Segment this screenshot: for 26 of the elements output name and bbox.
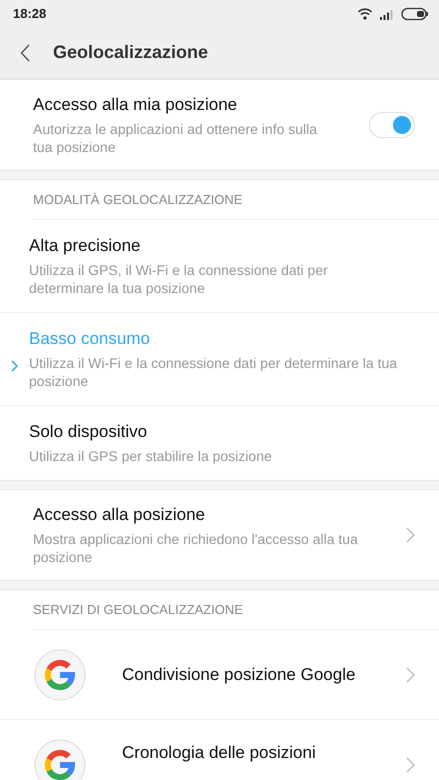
mode-option[interactable]: Alta precisione Utilizza il GPS, il Wi-Fi e la connessione dati per determinare la tua posizione bbox=[0, 220, 439, 313]
service-row[interactable]: Cronologia delle posizioni bbox=[0, 720, 439, 780]
chevron-right-icon bbox=[406, 527, 415, 543]
chevron-right-icon bbox=[406, 666, 415, 682]
status-time: 18:28 bbox=[13, 6, 46, 21]
app-access-row[interactable]: Accesso alla posizione Mostra applicazioni che richiedono l'accesso alla tua posizione bbox=[0, 490, 439, 580]
wifi-icon bbox=[357, 7, 373, 20]
section-heading: MODALITÀ GEOLOCALIZZAZIONE bbox=[32, 180, 439, 220]
back-icon bbox=[20, 44, 30, 62]
g-logo-icon bbox=[33, 648, 87, 702]
service-row[interactable]: Condivisione posizione Google bbox=[0, 630, 439, 720]
service-title: Cronologia delle posizioni bbox=[122, 742, 317, 764]
service-title: Condivisione posizione Google bbox=[122, 664, 356, 684]
selected-chevron-icon bbox=[11, 360, 18, 372]
setting-description: Mostra applicazioni che richiedono l'accesso alla tua posizione bbox=[33, 530, 359, 566]
mode-option[interactable]: Solo dispositivo Utilizza il GPS per stabilire la posizione bbox=[0, 406, 439, 480]
screen-title: Geolocalizzazione bbox=[53, 42, 208, 63]
chevron-right-icon bbox=[406, 756, 415, 772]
setting-title: Accesso alla posizione bbox=[33, 504, 206, 526]
battery-icon bbox=[401, 6, 429, 20]
toggle-switch[interactable] bbox=[369, 112, 415, 138]
section-heading: SERVIZI DI GEOLOCALIZZAZIONE bbox=[32, 590, 439, 630]
setting-row[interactable]: Accesso alla mia posizione Autorizza le applicazioni ad ottenere info sulla tua posizione bbox=[0, 80, 439, 170]
setting-title: Accesso alla mia posizione bbox=[33, 94, 238, 116]
signal-icon bbox=[379, 8, 395, 20]
setting-description: Autorizza le applicazioni ad ottenere info sulla tua posizione bbox=[33, 120, 318, 156]
